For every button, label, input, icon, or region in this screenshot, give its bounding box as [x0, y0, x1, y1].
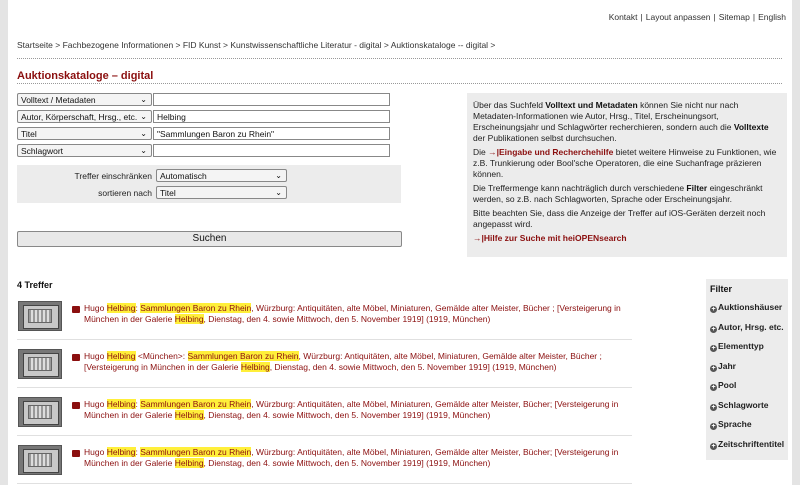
- plus-circle-icon: +: [710, 364, 717, 372]
- result-link[interactable]: Hugo Helbing: Sammlungen Baron zu Rhein,…: [84, 303, 632, 325]
- catalog-thumbnail[interactable]: [18, 301, 62, 331]
- select-value: Volltext / Metadaten: [21, 95, 96, 105]
- options-box: Treffer einschränken Automatisch ⌄ sortie…: [17, 165, 401, 203]
- filter-pool[interactable]: + Pool: [710, 380, 784, 400]
- result-link[interactable]: Hugo Helbing <München>: Sammlungen Baron…: [84, 351, 632, 373]
- chevron-down-icon: ⌄: [140, 129, 147, 138]
- chevron-down-icon: ⌄: [275, 188, 282, 197]
- search-input-2[interactable]: Helbing: [153, 110, 390, 123]
- plus-circle-icon: +: [710, 345, 717, 352]
- filter-sprache[interactable]: + Sprache: [710, 419, 784, 439]
- divider: [17, 58, 782, 59]
- search-button[interactable]: Suchen: [17, 231, 402, 247]
- select-value: Titel: [160, 188, 176, 198]
- select-value: Titel: [21, 129, 37, 139]
- plus-circle-icon: +: [710, 325, 717, 333]
- filter-autor[interactable]: + Autor, Hrsg. etc.: [710, 322, 784, 342]
- filter-jahr[interactable]: + Jahr: [710, 361, 784, 381]
- link-english[interactable]: English: [758, 12, 786, 22]
- search-input-3[interactable]: "Sammlungen Baron zu Rhein": [153, 127, 390, 140]
- plus-circle-icon: +: [710, 384, 717, 391]
- plus-circle-icon: +: [710, 306, 717, 313]
- link-layout[interactable]: Layout anpassen: [646, 12, 711, 22]
- filter-zeitschriftentitel[interactable]: + Zeitschriftentitel: [710, 439, 784, 459]
- limit-select[interactable]: Automatisch ⌄: [156, 169, 287, 182]
- info-paragraph: Bitte beachten Sie, dass die Anzeige der…: [473, 208, 766, 229]
- catalog-thumbnail[interactable]: [18, 445, 62, 475]
- sort-select[interactable]: Titel ⌄: [156, 186, 287, 199]
- help-search-link[interactable]: Hilfe zur Suche mit heiOPENsearch: [484, 233, 627, 243]
- info-paragraph: Über das Suchfeld Volltext und Metadaten…: [473, 100, 769, 143]
- field-select-3[interactable]: Titel ⌄: [17, 127, 152, 140]
- result-link[interactable]: Hugo Helbing: Sammlungen Baron zu Rhein,…: [84, 399, 632, 421]
- book-icon: [72, 402, 80, 409]
- limit-label: Treffer einschränken: [74, 171, 152, 181]
- result-item: Hugo Helbing: Sammlungen Baron zu Rhein,…: [17, 292, 632, 340]
- help-link-row: →|Hilfe zur Suche mit heiOPENsearch: [473, 233, 781, 244]
- filter-auktionshaeuser[interactable]: + Auktionshäuser: [710, 302, 784, 322]
- help-input-link[interactable]: Eingabe und Recherchehilfe: [499, 147, 613, 157]
- plus-circle-icon: +: [710, 423, 717, 430]
- chevron-down-icon: ⌄: [275, 171, 282, 180]
- select-value: Schlagwort: [21, 146, 64, 156]
- book-icon: [72, 306, 80, 313]
- catalog-thumbnail[interactable]: [18, 349, 62, 379]
- book-icon: [72, 450, 80, 457]
- result-item: Hugo Helbing: Sammlungen Baron zu Rhein,…: [17, 436, 632, 484]
- result-item: Hugo Helbing: Sammlungen Baron zu Rhein,…: [17, 388, 632, 436]
- catalog-thumbnail[interactable]: [18, 397, 62, 427]
- field-select-4[interactable]: Schlagwort ⌄: [17, 144, 152, 157]
- chevron-down-icon: ⌄: [140, 146, 147, 155]
- filter-title: Filter: [710, 284, 733, 294]
- chevron-down-icon: ⌄: [140, 112, 147, 121]
- arrow-icon: →|: [473, 233, 484, 243]
- page-title: Auktionskataloge – digital: [17, 70, 154, 82]
- link-sitemap[interactable]: Sitemap: [719, 12, 750, 22]
- chevron-down-icon: ⌄: [140, 95, 147, 104]
- filter-elementtyp[interactable]: + Elementtyp: [710, 341, 784, 361]
- info-paragraph: Die Treffermenge kann nachträglich durch…: [473, 183, 763, 204]
- top-links: Kontakt | Layout anpassen | Sitemap | English: [608, 12, 786, 22]
- breadcrumb[interactable]: Startseite > Fachbezogene Informationen …: [17, 40, 495, 50]
- info-panel: Über das Suchfeld Volltext und Metadaten…: [467, 93, 787, 257]
- results-list: Hugo Helbing: Sammlungen Baron zu Rhein,…: [17, 292, 632, 484]
- sort-label: sortieren nach: [98, 188, 152, 198]
- link-kontakt[interactable]: Kontakt: [609, 12, 638, 22]
- divider: [17, 83, 782, 84]
- search-input-1[interactable]: [153, 93, 390, 106]
- plus-circle-icon: +: [710, 403, 717, 411]
- plus-circle-icon: +: [710, 442, 717, 450]
- filter-schlagworte[interactable]: + Schlagworte: [710, 400, 784, 420]
- result-count: 4 Treffer: [17, 280, 53, 290]
- book-icon: [72, 354, 80, 361]
- info-paragraph: Die →|Eingabe und Recherchehilfe bietet …: [473, 147, 777, 179]
- field-select-2[interactable]: Autor, Körperschaft, Hrsg., etc. ⌄: [17, 110, 152, 123]
- arrow-icon: →|: [488, 147, 500, 157]
- result-item: Hugo Helbing <München>: Sammlungen Baron…: [17, 340, 632, 388]
- search-input-4[interactable]: [153, 144, 390, 157]
- select-value: Autor, Körperschaft, Hrsg., etc.: [21, 112, 138, 122]
- filter-panel: Filter + Auktionshäuser + Autor, Hrsg. etc…: [706, 279, 788, 460]
- result-link[interactable]: Hugo Helbing: Sammlungen Baron zu Rhein,…: [84, 447, 632, 469]
- field-select-1[interactable]: Volltext / Metadaten ⌄: [17, 93, 152, 106]
- page: Kontakt | Layout anpassen | Sitemap | English …: [8, 0, 792, 485]
- select-value: Automatisch: [160, 171, 207, 181]
